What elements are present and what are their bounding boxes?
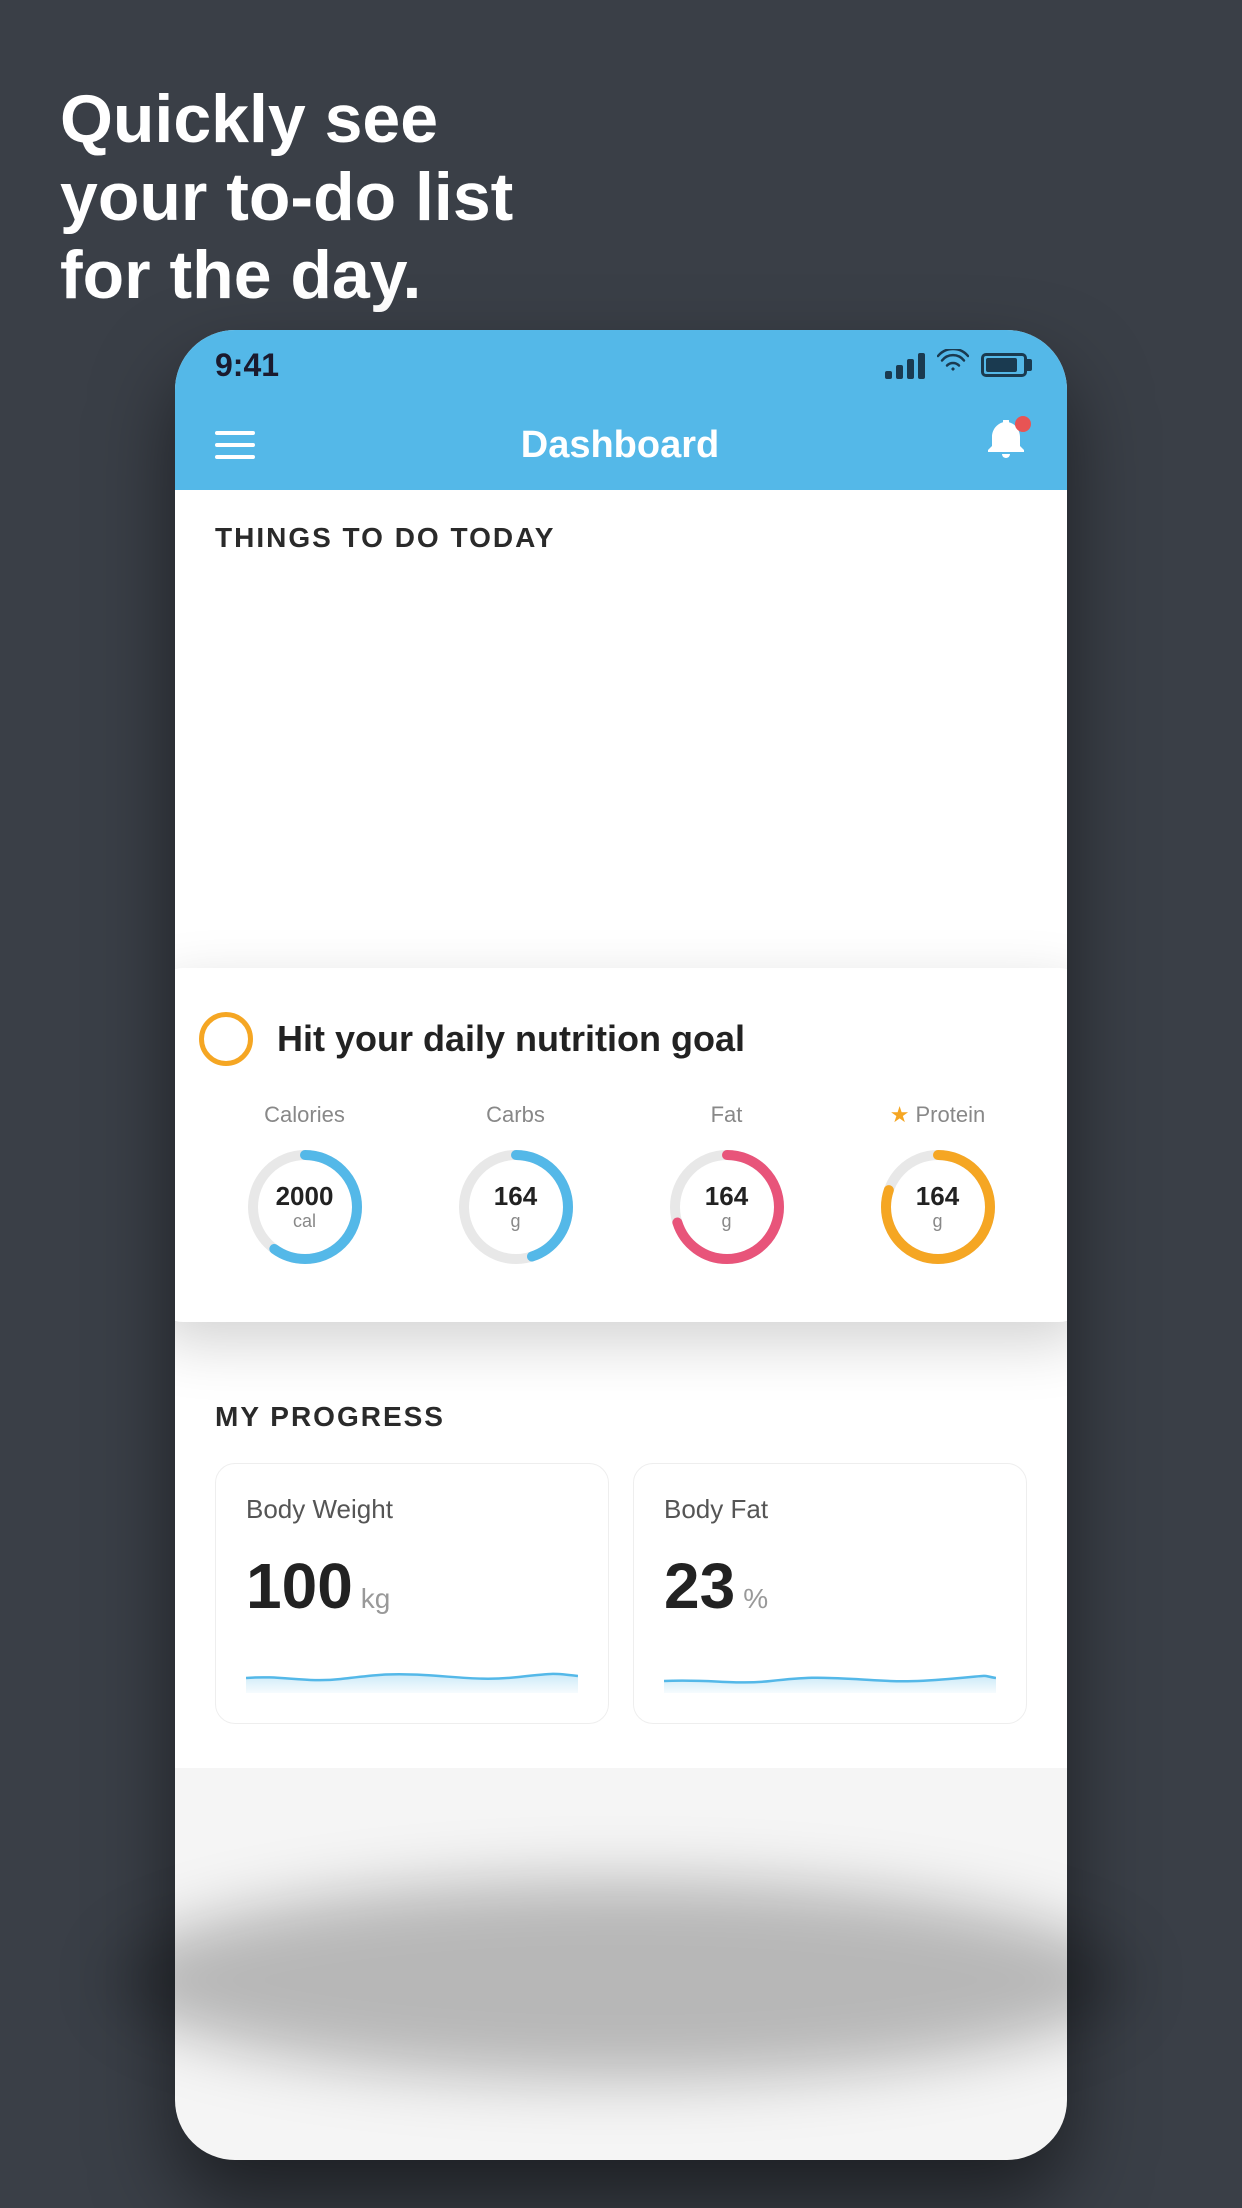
phone-shadow — [115, 1880, 1127, 2080]
calories-value: 2000 — [276, 1182, 334, 1211]
body-fat-card-title: Body Fat — [664, 1494, 996, 1525]
things-section-title: THINGS TO DO TODAY — [175, 490, 1067, 574]
body-weight-unit: kg — [361, 1583, 391, 1615]
nutrition-protein: ★ Protein 164 g — [873, 1102, 1003, 1272]
wifi-icon — [937, 349, 969, 382]
protein-center: 164 g — [916, 1182, 959, 1232]
fat-value: 164 — [705, 1182, 748, 1211]
fat-ring: 164 g — [662, 1142, 792, 1272]
progress-cards: Body Weight 100 kg — [215, 1463, 1027, 1724]
status-bar: 9:41 — [175, 330, 1067, 400]
body-weight-card-title: Body Weight — [246, 1494, 578, 1525]
notification-dot — [1015, 416, 1031, 432]
nutrition-card: Hit your daily nutrition goal Calories — [175, 968, 1067, 1322]
status-icons — [885, 349, 1027, 382]
fat-center: 164 g — [705, 1182, 748, 1232]
progress-title: MY PROGRESS — [215, 1401, 1027, 1433]
body-fat-value-row: 23 % — [664, 1549, 996, 1623]
fat-label: Fat — [711, 1102, 743, 1128]
nutrition-carbs: Carbs 164 g — [451, 1102, 581, 1272]
hero-text: Quickly see your to-do list for the day. — [60, 80, 513, 315]
progress-section: MY PROGRESS Body Weight 100 kg — [175, 1357, 1067, 1768]
body-weight-number: 100 — [246, 1549, 353, 1623]
protein-star-icon: ★ — [890, 1102, 910, 1128]
protein-label: Protein — [916, 1102, 986, 1128]
calories-center: 2000 cal — [276, 1182, 334, 1232]
calories-label: Calories — [264, 1102, 345, 1128]
menu-button[interactable] — [215, 431, 255, 459]
protein-ring: 164 g — [873, 1142, 1003, 1272]
body-fat-chart — [664, 1643, 996, 1693]
signal-icon — [885, 351, 925, 379]
calories-unit: cal — [293, 1211, 316, 1231]
nav-title: Dashboard — [521, 424, 719, 467]
battery-icon — [981, 353, 1027, 377]
protein-unit: g — [932, 1211, 942, 1231]
fat-unit: g — [721, 1211, 731, 1231]
nutrition-grid: Calories 2000 cal — [199, 1102, 1043, 1272]
body-weight-value-row: 100 kg — [246, 1549, 578, 1623]
body-fat-unit: % — [743, 1583, 768, 1615]
body-fat-number: 23 — [664, 1549, 735, 1623]
carbs-center: 164 g — [494, 1182, 537, 1232]
carbs-unit: g — [510, 1211, 520, 1231]
protein-label-row: ★ Protein — [890, 1102, 985, 1128]
protein-value: 164 — [916, 1182, 959, 1211]
body-weight-chart — [246, 1643, 578, 1693]
carbs-ring: 164 g — [451, 1142, 581, 1272]
notification-button[interactable] — [985, 420, 1027, 471]
carbs-value: 164 — [494, 1182, 537, 1211]
status-time: 9:41 — [215, 347, 279, 384]
nutrition-card-title: Hit your daily nutrition goal — [277, 1018, 745, 1060]
nutrition-fat: Fat 164 g — [662, 1102, 792, 1272]
nutrition-card-header: Hit your daily nutrition goal — [199, 1012, 1043, 1066]
nav-bar: Dashboard — [175, 400, 1067, 490]
carbs-label: Carbs — [486, 1102, 545, 1128]
calories-ring: 2000 cal — [240, 1142, 370, 1272]
nutrition-calories: Calories 2000 cal — [240, 1102, 370, 1272]
nutrition-check-circle — [199, 1012, 253, 1066]
body-fat-card: Body Fat 23 % — [633, 1463, 1027, 1724]
phone-wrapper: 9:41 — [175, 330, 1067, 2160]
body-weight-card: Body Weight 100 kg — [215, 1463, 609, 1724]
